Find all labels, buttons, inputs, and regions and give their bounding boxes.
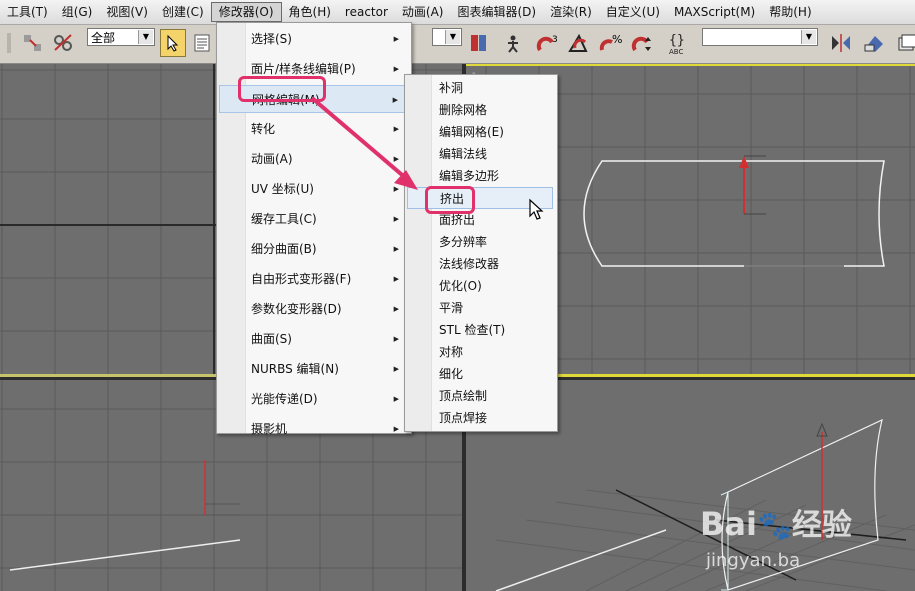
mouse-cursor-icon (529, 198, 544, 220)
watermark-url: jingyan.ba (706, 550, 801, 571)
watermark-brand: Bai🐾经验 (700, 500, 852, 544)
watermark-brand2-text: 经验 (791, 508, 852, 543)
watermark-brand-text: Bai (700, 505, 757, 543)
paw-icon: 🐾 (756, 509, 792, 542)
